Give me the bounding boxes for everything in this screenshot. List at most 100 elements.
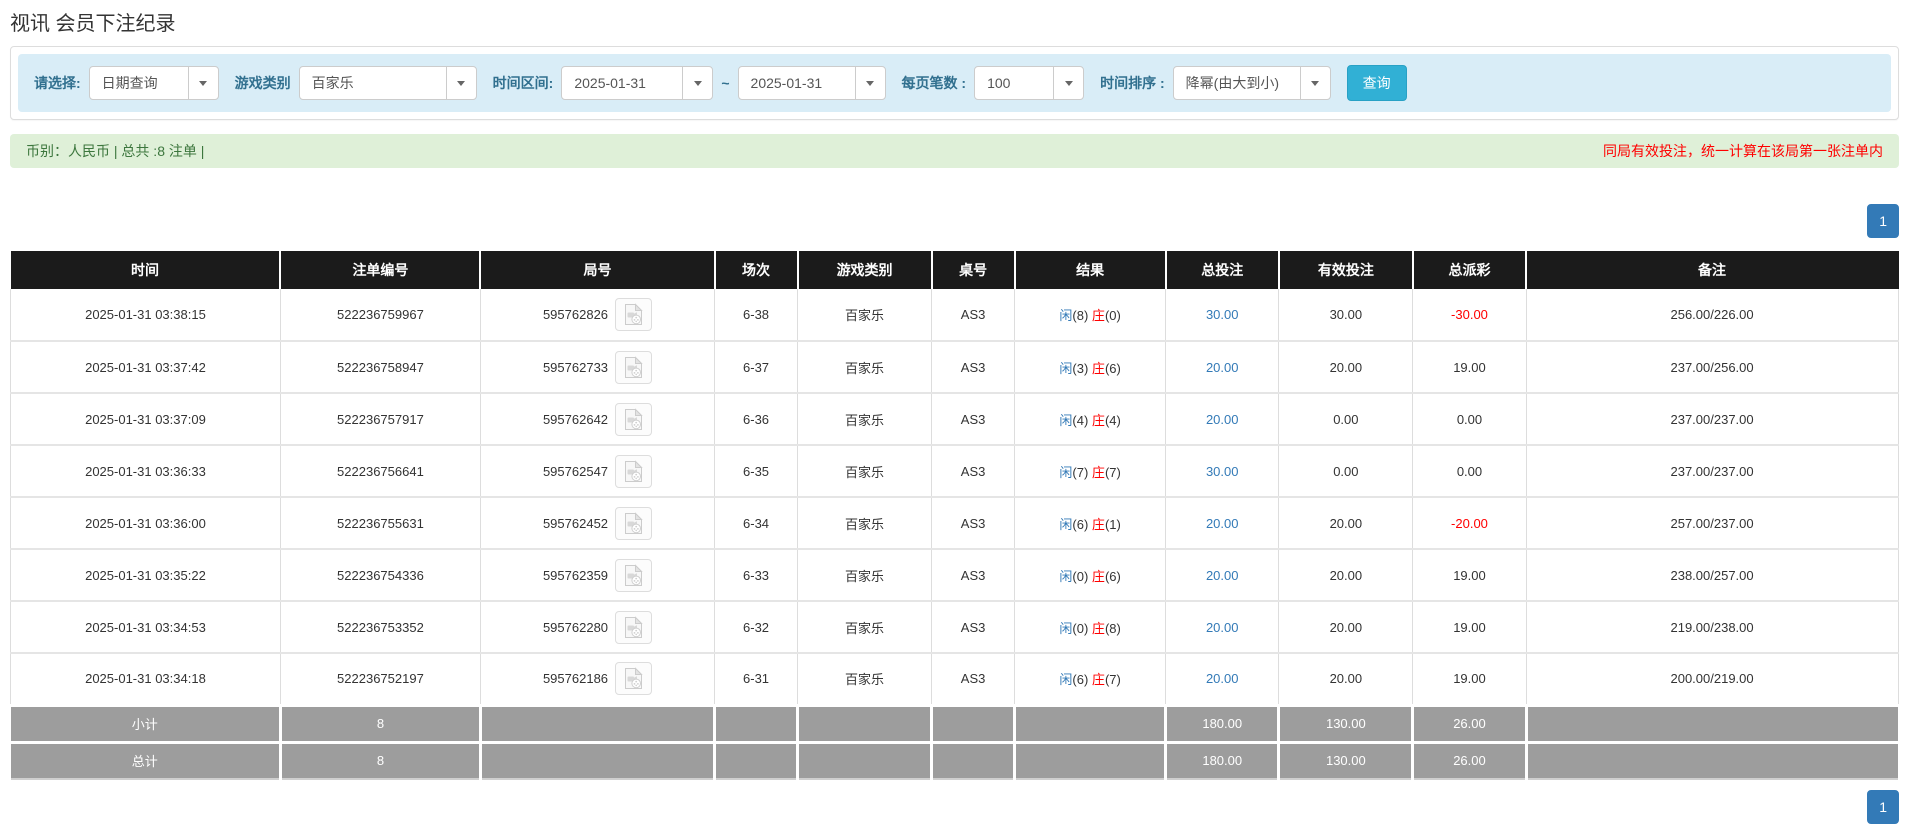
cell-session: 6-36	[714, 393, 799, 446]
cell-bet-id: 522236755631	[280, 497, 481, 550]
total-valid-bet: 130.00	[1278, 740, 1415, 780]
cell-remark: 238.00/257.00	[1526, 549, 1899, 602]
banker-result: 庄	[1091, 412, 1105, 428]
chevron-down-icon	[854, 67, 885, 99]
cell-payout: 0.00	[1412, 393, 1527, 446]
video-replay-button[interactable]	[615, 298, 653, 331]
page-1-button[interactable]: 1	[1867, 204, 1899, 238]
col-header-bet-id: 注单编号	[280, 251, 482, 289]
total-bet-link[interactable]: 30.00	[1206, 307, 1239, 322]
cell-remark: 200.00/219.00	[1526, 653, 1899, 706]
cell-total-bet: 30.00	[1165, 445, 1280, 498]
total-bet-link[interactable]: 20.00	[1206, 412, 1239, 427]
cell-bet-id: 522236759967	[280, 289, 481, 342]
cell-time: 2025-01-31 03:34:18	[10, 653, 281, 706]
round-id-text: 595762452	[542, 515, 609, 531]
cell-round-id: 595762359	[480, 549, 716, 602]
player-result: 闲	[1059, 620, 1073, 636]
table-row: 2025-01-31 03:36:00 522236755631 5957624…	[10, 497, 1899, 550]
total-bet-link[interactable]: 20.00	[1206, 620, 1239, 635]
cell-bet-id: 522236758947	[280, 341, 481, 394]
subtotal-total-bet: 180.00	[1165, 703, 1281, 742]
player-result: 闲	[1059, 516, 1073, 532]
time-range-label: 时间区间:	[492, 75, 554, 91]
query-type-value: 日期查询	[101, 75, 158, 91]
cell-valid-bet: 30.00	[1278, 289, 1414, 342]
round-id-text: 595762186	[542, 671, 609, 687]
page-1-button-bottom[interactable]: 1	[1867, 790, 1899, 824]
cell-time: 2025-01-31 03:35:22	[10, 549, 281, 602]
filter-bar: 请选择: 日期查询 游戏类别 百家乐 时间区间: 2025-01-31 ~ 20…	[18, 54, 1891, 112]
banker-count: (0)	[1104, 308, 1121, 323]
date-from-select[interactable]: 2025-01-31	[561, 66, 714, 100]
date-to-select[interactable]: 2025-01-31	[737, 66, 886, 100]
video-replay-button[interactable]	[615, 454, 653, 488]
cell-payout: 19.00	[1412, 549, 1527, 602]
cell-time: 2025-01-31 03:36:00	[10, 497, 281, 550]
cell-valid-bet: 20.00	[1278, 497, 1414, 550]
cell-session: 6-34	[714, 497, 799, 550]
total-total-bet: 180.00	[1165, 740, 1281, 780]
cell-time: 2025-01-31 03:36:33	[10, 445, 281, 498]
video-replay-button[interactable]	[615, 558, 653, 592]
page-size-select[interactable]: 100	[974, 66, 1085, 100]
player-result: 闲	[1059, 464, 1073, 480]
video-replay-button[interactable]	[615, 610, 653, 644]
total-count: 8	[280, 740, 482, 780]
video-file-icon	[625, 511, 643, 534]
video-replay-button[interactable]	[615, 662, 653, 696]
search-button[interactable]: 查询	[1346, 65, 1407, 101]
page-root: 视讯 会员下注纪录 请选择: 日期查询 游戏类别 百家乐 时间区间: 2025-…	[0, 7, 1909, 824]
query-type-select[interactable]: 日期查询	[88, 66, 219, 100]
subtotal-row: 小计 8 180.00 130.00 26.00	[10, 703, 1898, 742]
sort-select[interactable]: 降幂(由大到小)	[1172, 66, 1331, 100]
cell-game-type: 百家乐	[797, 445, 933, 498]
video-replay-button[interactable]	[615, 402, 653, 436]
chevron-down-icon	[1053, 67, 1083, 99]
banker-count: (7)	[1104, 464, 1121, 480]
game-type-select[interactable]: 百家乐	[298, 66, 477, 100]
cell-game-type: 百家乐	[797, 497, 933, 550]
cell-bet-id: 522236757917	[280, 393, 481, 446]
total-bet-link[interactable]: 20.00	[1206, 516, 1239, 531]
video-replay-button[interactable]	[615, 506, 653, 540]
col-header-total-bet: 总投注	[1165, 251, 1280, 289]
cell-remark: 237.00/256.00	[1526, 341, 1899, 394]
records-table: 时间 注单编号 局号 场次 游戏类别 桌号 结果 总投注 有效投注 总派彩 备注…	[10, 251, 1899, 780]
pagination-top: 1	[10, 204, 1899, 238]
player-count: (7)	[1072, 464, 1089, 480]
cell-round-id: 595762186	[480, 653, 716, 706]
cell-result: 闲(0) 庄(6)	[1014, 549, 1167, 602]
cell-table-no: AS3	[931, 653, 1016, 706]
player-count: (8)	[1072, 308, 1089, 323]
total-bet-link[interactable]: 20.00	[1206, 568, 1239, 583]
col-header-session: 场次	[714, 251, 799, 289]
total-bet-link[interactable]: 30.00	[1206, 464, 1239, 479]
cell-session: 6-32	[714, 601, 799, 654]
subtotal-label: 小计	[10, 703, 282, 742]
cell-result: 闲(7) 庄(7)	[1014, 445, 1167, 498]
round-id-text: 595762359	[542, 567, 609, 583]
cell-time: 2025-01-31 03:37:09	[10, 393, 281, 446]
cell-session: 6-38	[714, 289, 799, 342]
total-bet-link[interactable]: 20.00	[1206, 360, 1239, 375]
cell-remark: 257.00/237.00	[1526, 497, 1899, 550]
sort-value: 降幂(由大到小)	[1185, 75, 1279, 91]
valid-bet-note: 同局有效投注，统一计算在该局第一张注单内	[1603, 143, 1883, 159]
cell-payout: 19.00	[1412, 341, 1527, 394]
filter-panel: 请选择: 日期查询 游戏类别 百家乐 时间区间: 2025-01-31 ~ 20…	[10, 46, 1899, 120]
banker-result: 庄	[1091, 308, 1105, 323]
cell-total-bet: 20.00	[1165, 497, 1280, 550]
cell-time: 2025-01-31 03:38:15	[10, 289, 281, 342]
banker-result: 庄	[1091, 360, 1105, 376]
cell-game-type: 百家乐	[797, 341, 933, 394]
video-replay-button[interactable]	[615, 350, 653, 384]
date-range-separator: ~	[721, 75, 730, 91]
chevron-down-icon	[682, 67, 712, 99]
cell-total-bet: 20.00	[1165, 393, 1280, 446]
banker-result: 庄	[1091, 672, 1105, 688]
cell-table-no: AS3	[931, 549, 1016, 602]
total-bet-link[interactable]: 20.00	[1206, 671, 1239, 686]
cell-valid-bet: 0.00	[1278, 393, 1414, 446]
banker-result: 庄	[1091, 568, 1105, 584]
